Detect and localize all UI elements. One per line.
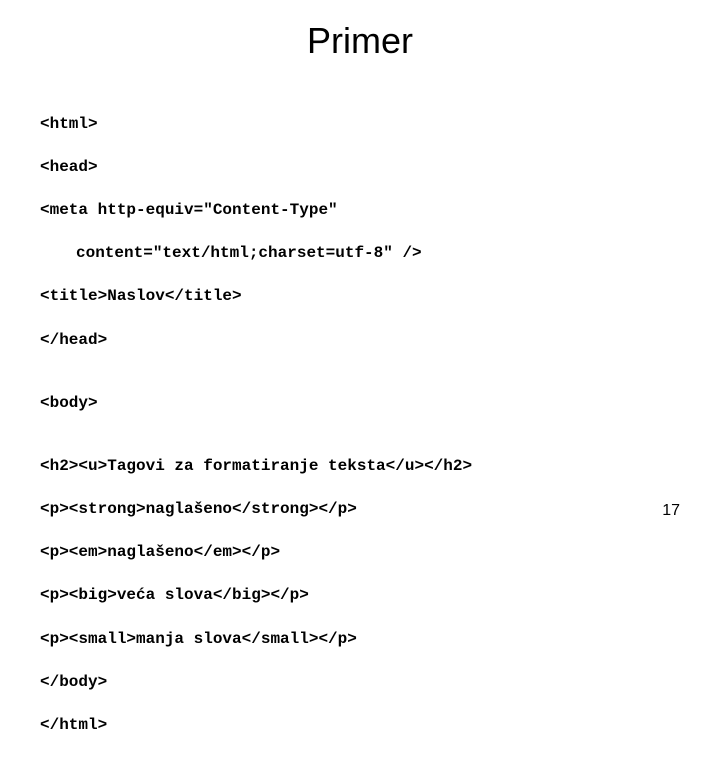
- code-line: <p><big>veća slova</big></p>: [40, 585, 680, 607]
- code-line: </head>: [40, 330, 680, 352]
- code-line: </html>: [40, 715, 680, 737]
- code-line: <head>: [40, 157, 680, 179]
- page-number: 17: [662, 502, 680, 520]
- code-line: <title>Naslov</title>: [40, 286, 680, 308]
- code-block: <html> <head> <meta http-equiv="Content-…: [40, 92, 680, 758]
- code-line: <body>: [40, 393, 680, 415]
- code-line: <p><strong>naglašeno</strong></p>: [40, 499, 680, 521]
- slide-title: Primer: [40, 20, 680, 62]
- code-line: <meta http-equiv="Content-Type": [40, 200, 680, 222]
- code-line: content="text/html;charset=utf-8" />: [40, 243, 680, 265]
- code-line: <html>: [40, 114, 680, 136]
- code-line: <p><em>naglašeno</em></p>: [40, 542, 680, 564]
- code-line: </body>: [40, 672, 680, 694]
- code-line: <h2><u>Tagovi za formatiranje teksta</u>…: [40, 456, 680, 478]
- code-line: <p><small>manja slova</small></p>: [40, 629, 680, 651]
